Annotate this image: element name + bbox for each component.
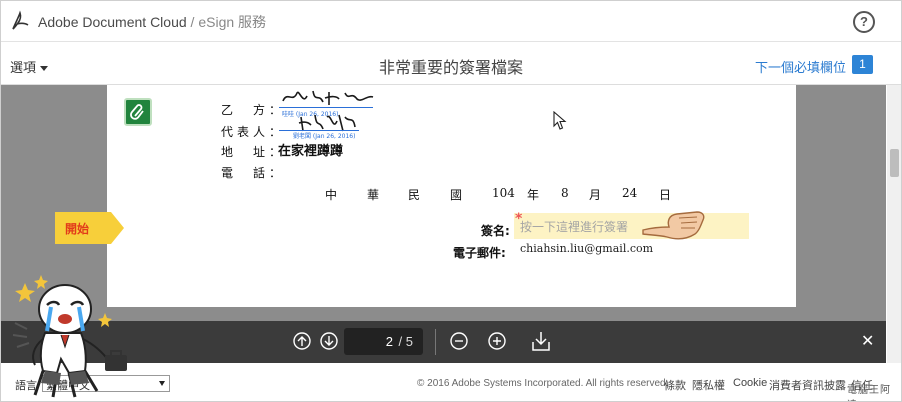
date-year: 104 [492,186,515,200]
next-required-field-link[interactable]: 下一個必填欄位 [755,57,846,76]
adobe-acrobat-logo-icon [12,10,29,30]
phone-label: 電 話： [221,166,286,180]
footer-link-privacy[interactable]: 隱私權 [692,377,725,393]
footer-link-cookie[interactable]: Cookie [733,377,767,389]
signature-line-1 [279,107,373,108]
handwritten-signature-1 [282,90,374,105]
required-star: * [515,211,523,227]
app-window: Adobe Document Cloud / eSign 服務 ? 選項 非常重… [0,0,902,402]
current-page-number: 2 [385,334,393,349]
title-separator: / [190,14,195,30]
address-value: 在家裡蹲蹲 [278,144,344,159]
date-day-unit: 日 [659,188,672,202]
top-header: Adobe Document Cloud / eSign 服務 ? [1,1,901,42]
total-pages: / 5 [398,334,413,349]
previous-page-arrow-up-icon[interactable] [293,332,311,350]
crying-mascot-sticker-icon [12,275,127,398]
next-page-arrow-down-icon[interactable] [320,332,338,350]
date-day: 24 [622,186,638,200]
help-icon[interactable]: ? [853,11,875,33]
close-icon[interactable]: ✕ [861,331,874,350]
service-name: eSign 服務 [198,14,267,30]
vertical-scrollbar[interactable] [887,85,901,375]
watermark-text: 電腦王阿達 [847,385,891,401]
date-char-2: 華 [367,188,380,202]
required-field-count-badge[interactable]: 1 [852,55,873,74]
copyright-text: © 2016 Adobe Systems Incorporated. All r… [417,378,669,389]
footer-link-consumer-disclosure[interactable]: 消費者資訊披露 [769,377,846,393]
footer: 語言 繁體中文 © 2016 Adobe Systems Incorporate… [1,363,901,401]
party-b-label: 乙 方： [221,103,286,117]
date-month-unit: 月 [589,188,602,202]
date-char-4: 國 [450,188,463,202]
signature-field[interactable]: 按一下這裡進行簽署 [514,213,749,239]
address-label: 地 址： [221,145,286,159]
attachment-paperclip-icon[interactable] [124,98,152,126]
date-year-unit: 年 [527,188,540,202]
email-value: chiahsin.liu@gmail.com [520,242,654,255]
start-label: 開始 [65,222,90,236]
brand-name: Adobe Document Cloud [38,14,187,30]
page-number-box[interactable]: 2 / 5 [344,328,423,355]
footer-link-terms[interactable]: 條款 [664,377,686,393]
start-button[interactable]: 開始 [55,212,124,244]
signature-field-placeholder: 按一下這裡進行簽署 [520,220,629,234]
date-month: 8 [561,186,569,200]
zoom-out-icon[interactable] [450,332,468,350]
representative-label: 代表人： [221,125,286,139]
app-title: Adobe Document Cloud / eSign 服務 [38,12,266,32]
pointing-hand-icon [642,211,705,240]
email-label: 電子郵件: [453,246,506,260]
mouse-pointer-icon [553,111,567,130]
document-toolbar: 選項 非常重要的簽署檔案 下一個必填欄位 1 [1,42,901,85]
zoom-in-icon[interactable] [488,332,506,350]
date-char-3: 民 [408,188,421,202]
date-char-1: 中 [325,188,338,202]
signature-stamp-2: 劉老闆 (Jan 26, 2016) [293,133,356,140]
chevron-down-icon [159,381,165,386]
pager-divider [435,329,436,355]
scrollbar-thumb[interactable] [890,149,899,177]
download-icon[interactable] [531,330,551,352]
signature-label: 簽名: [481,224,510,238]
document-page: 乙 方： 代表人： 地 址： 電 話： 哇哇 (Jan 26, 2016) 劉老… [107,85,796,307]
